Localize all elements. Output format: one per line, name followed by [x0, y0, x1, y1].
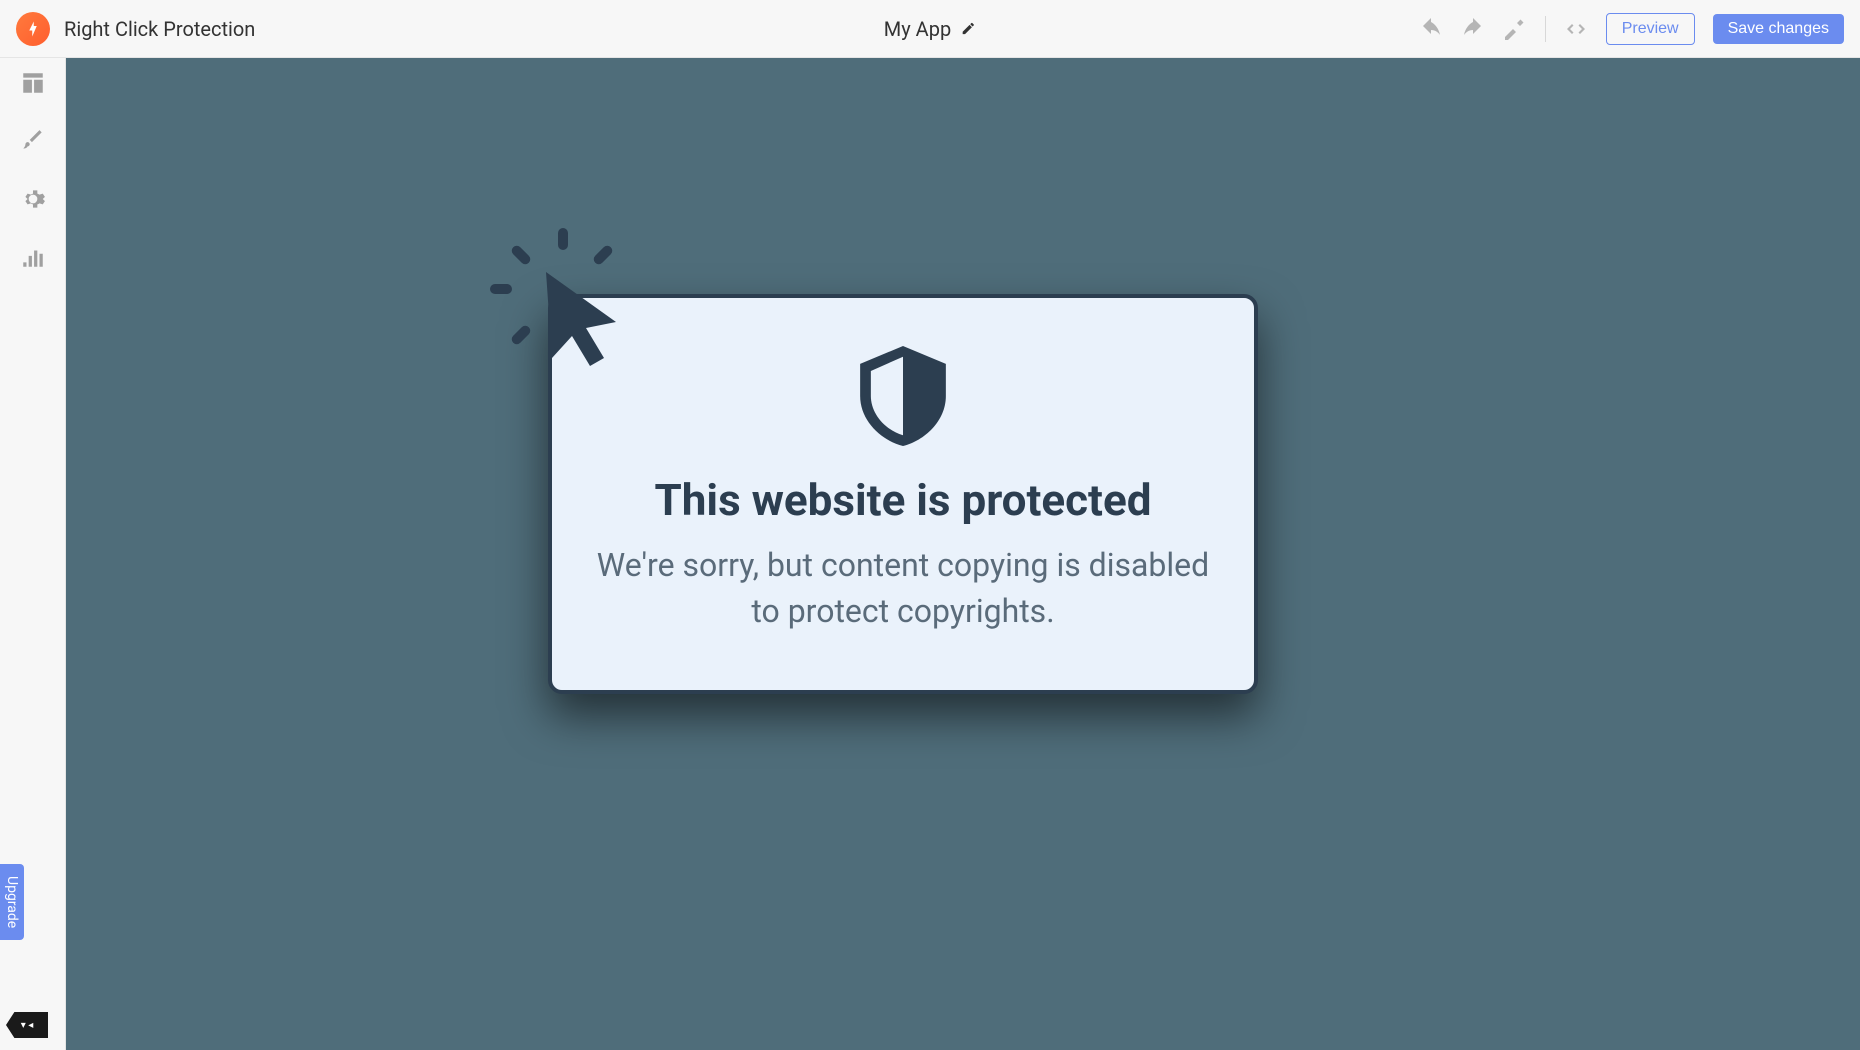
layout-icon[interactable]	[20, 70, 46, 96]
card-wrapper: This website is protected We're sorry, b…	[548, 294, 1258, 695]
editor-canvas[interactable]: This website is protected We're sorry, b…	[66, 58, 1860, 1050]
gear-icon[interactable]	[20, 186, 46, 212]
card-title: This website is protected	[592, 474, 1214, 526]
toolbar-divider	[1545, 16, 1546, 42]
card-body: We're sorry, but content copying is disa…	[592, 542, 1214, 635]
cursor-click-icon	[486, 224, 636, 374]
shield-icon	[860, 346, 946, 446]
upgrade-tab[interactable]: Upgrade	[0, 864, 24, 940]
corner-badge[interactable]: ▾ ◂	[6, 1012, 48, 1038]
redo-icon[interactable]	[1461, 17, 1485, 41]
top-bar: Right Click Protection My App Preview Sa…	[0, 0, 1860, 58]
bar-chart-icon[interactable]	[20, 244, 46, 270]
left-sidebar: Upgrade ▾ ◂	[0, 58, 66, 1050]
app-name-group[interactable]: My App	[884, 17, 976, 41]
plugin-logo[interactable]	[16, 12, 50, 46]
brush-icon[interactable]	[20, 128, 46, 154]
plugin-title: Right Click Protection	[64, 17, 255, 41]
undo-icon[interactable]	[1419, 17, 1443, 41]
code-icon[interactable]	[1564, 17, 1588, 41]
hammer-icon[interactable]	[1503, 17, 1527, 41]
topbar-right: Preview Save changes	[1419, 13, 1844, 45]
logo-glyph-icon	[24, 20, 42, 38]
app-name: My App	[884, 17, 951, 41]
save-button[interactable]: Save changes	[1713, 14, 1844, 44]
protection-card: This website is protected We're sorry, b…	[548, 294, 1258, 695]
edit-name-icon[interactable]	[961, 17, 976, 41]
preview-button[interactable]: Preview	[1606, 13, 1695, 45]
topbar-left: Right Click Protection	[16, 12, 255, 46]
